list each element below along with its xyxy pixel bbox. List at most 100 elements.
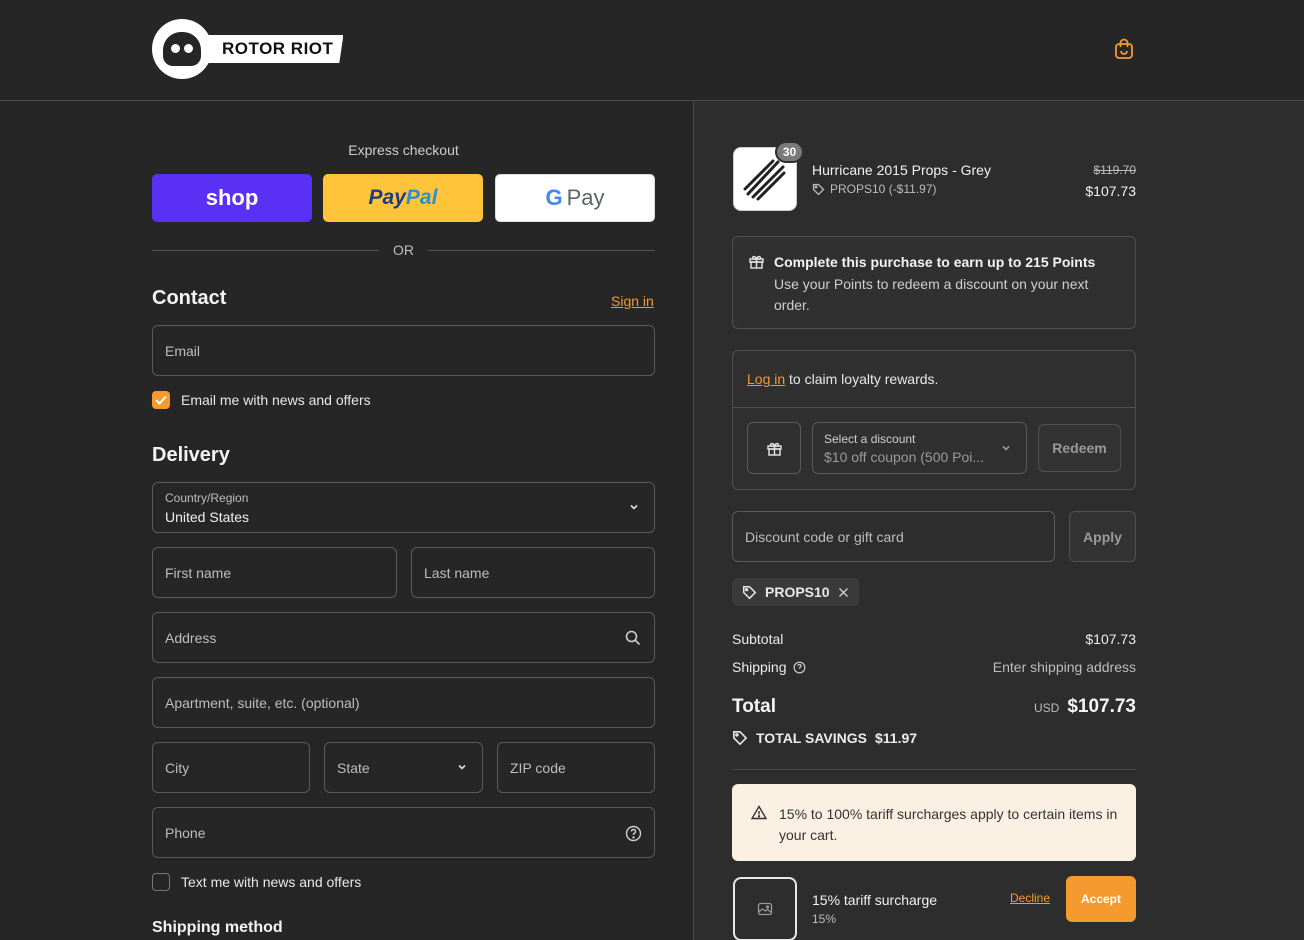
total-currency: USD <box>1033 701 1060 715</box>
header: ROTOR RIOT <box>0 0 1304 101</box>
column-divider <box>693 101 694 940</box>
express-checkout-title: Express checkout <box>348 142 459 158</box>
help-icon[interactable] <box>793 661 806 674</box>
savings-label: TOTAL SAVINGS <box>756 730 867 746</box>
surcharge-pct: 15% <box>812 912 837 926</box>
or-label: OR <box>393 242 414 258</box>
email-news-checkbox-row[interactable]: Email me with news and offers <box>152 391 371 409</box>
tag-icon <box>812 183 825 195</box>
phone-input[interactable] <box>153 808 654 857</box>
gift-icon <box>749 255 764 269</box>
warning-icon <box>751 805 767 820</box>
subtotal-value: $107.73 <box>1085 631 1136 647</box>
redeem-button[interactable]: Redeem <box>1038 424 1121 472</box>
paypal-label-a: Pay <box>368 186 406 209</box>
country-value: United States <box>165 509 250 525</box>
surcharge-image <box>733 877 797 940</box>
savings-value: $11.97 <box>874 730 918 746</box>
gpay-label: Pay <box>566 185 605 210</box>
subtotal-row: Subtotal $107.73 <box>732 631 1136 647</box>
discount-select[interactable]: Select a discount $10 off coupon (500 Po… <box>812 422 1027 474</box>
shipping-label: Shipping <box>732 659 787 675</box>
text-news-checkbox[interactable] <box>152 873 170 891</box>
email-news-label: Email me with news and offers <box>181 392 371 408</box>
zip-field[interactable] <box>497 742 655 793</box>
tag-icon <box>742 585 757 599</box>
total-savings: TOTAL SAVINGS $11.97 <box>732 730 917 746</box>
apply-button[interactable]: Apply <box>1069 511 1136 562</box>
apartment-field[interactable] <box>152 677 655 728</box>
apartment-input[interactable] <box>153 678 654 727</box>
shipping-row: Shipping Enter shipping address <box>732 659 1136 675</box>
tariff-warning-text: 15% to 100% tariff surcharges apply to c… <box>779 806 1118 843</box>
phone-field[interactable] <box>152 807 655 858</box>
shopping-bag-icon[interactable] <box>1111 36 1137 62</box>
claim-text: to claim loyalty rewards. <box>785 371 939 387</box>
price-original: $119.70 <box>1093 163 1137 177</box>
paypal-button[interactable]: Pay Pal <box>323 174 483 222</box>
address-field[interactable] <box>152 612 655 663</box>
shop-pay-button[interactable]: shop <box>152 174 312 222</box>
applied-discount-tag: PROPS10 <box>732 578 859 606</box>
tariff-warning-banner: 15% to 100% tariff surcharges apply to c… <box>732 784 1136 861</box>
total-row: Total USD $107.73 <box>732 696 1136 718</box>
first-name-field[interactable] <box>152 547 397 598</box>
points-desc: Use your Points to redeem a discount on … <box>774 276 1089 313</box>
product-name: Hurricane 2015 Props - Grey <box>812 162 991 178</box>
shipping-value: Enter shipping address <box>992 659 1136 675</box>
gift-icon <box>766 442 782 456</box>
email-field[interactable] <box>152 325 655 376</box>
state-select[interactable]: State <box>324 742 483 793</box>
total-label: Total <box>732 696 776 717</box>
skull-logo-icon <box>152 19 212 79</box>
discount-select-label: Select a discount <box>824 432 916 446</box>
google-g-icon: G <box>545 185 563 210</box>
close-icon[interactable] <box>838 587 849 598</box>
text-news-checkbox-row[interactable]: Text me with news and offers <box>152 873 361 891</box>
chevron-down-icon <box>630 504 638 510</box>
brand-name: ROTOR RIOT <box>206 35 344 63</box>
loyalty-prompt: Log in to claim loyalty rewards. <box>747 371 938 387</box>
product-discount-text: PROPS10 (-$11.97) <box>830 182 937 196</box>
accept-button[interactable]: Accept <box>1066 876 1136 922</box>
points-title: Complete this purchase to earn up to 215… <box>774 254 1096 270</box>
paypal-label-b: Pal <box>405 186 438 209</box>
first-name-input[interactable] <box>153 548 396 597</box>
zip-input[interactable] <box>498 743 654 792</box>
email-news-checkbox[interactable] <box>152 391 170 409</box>
help-icon[interactable] <box>624 824 642 842</box>
discount-code-input[interactable] <box>733 512 1054 561</box>
discount-code-field[interactable] <box>732 511 1055 562</box>
state-label: State <box>337 760 370 776</box>
applied-discount-code: PROPS10 <box>765 584 830 600</box>
delivery-title: Delivery <box>152 444 230 466</box>
decline-link[interactable]: Decline <box>1010 891 1050 905</box>
image-placeholder-icon <box>757 902 773 916</box>
country-select[interactable]: Country/Region United States <box>152 482 655 533</box>
tag-icon <box>733 731 748 746</box>
address-input[interactable] <box>153 613 654 662</box>
text-news-label: Text me with news and offers <box>181 874 362 890</box>
surcharge-name: 15% tariff surcharge <box>812 892 938 908</box>
search-icon[interactable] <box>624 629 642 647</box>
total-value: $107.73 <box>1067 696 1136 717</box>
city-input[interactable] <box>153 743 309 792</box>
brand-logo[interactable]: ROTOR RIOT <box>152 19 344 79</box>
sign-in-link[interactable]: Sign in <box>611 293 654 309</box>
product-discount: PROPS10 (-$11.97) <box>812 182 937 196</box>
gift-rewards-button[interactable] <box>747 422 801 474</box>
shipping-method-title: Shipping method <box>152 919 283 936</box>
chevron-down-icon <box>1002 445 1010 451</box>
chevron-down-icon <box>458 764 466 770</box>
last-name-input[interactable] <box>412 548 654 597</box>
email-input[interactable] <box>153 326 654 375</box>
price-final: $107.73 <box>1085 183 1136 199</box>
subtotal-label: Subtotal <box>732 631 784 647</box>
or-divider: OR <box>152 240 655 260</box>
last-name-field[interactable] <box>411 547 655 598</box>
discount-select-value: $10 off coupon (500 Poi... <box>824 449 985 465</box>
google-pay-button[interactable]: G Pay <box>495 174 655 222</box>
log-in-link[interactable]: Log in <box>747 371 785 387</box>
country-label: Country/Region <box>165 491 249 505</box>
city-field[interactable] <box>152 742 310 793</box>
